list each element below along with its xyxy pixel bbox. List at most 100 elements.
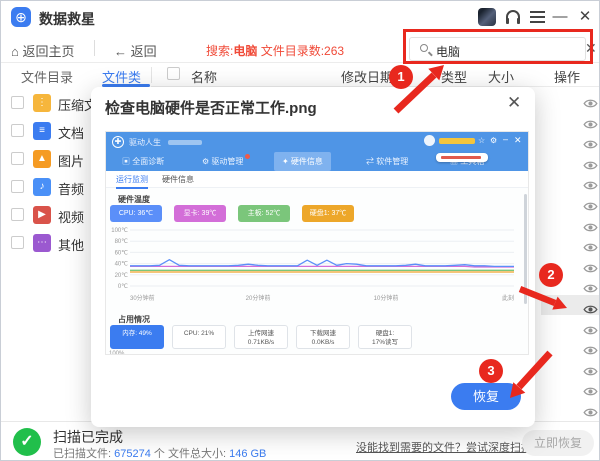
- sidebar-item-label: 文档: [58, 123, 84, 142]
- checkbox[interactable]: [11, 152, 24, 165]
- preview-eye-icon[interactable]: [541, 316, 600, 336]
- size-prefix: 文件总大小:: [168, 448, 229, 460]
- checkbox[interactable]: [11, 208, 24, 221]
- checkbox[interactable]: [11, 96, 24, 109]
- preview-eye-icon[interactable]: [541, 398, 600, 418]
- temperature-chip: 显卡: 39℃: [174, 205, 226, 222]
- header-divider: [151, 67, 152, 83]
- column-size[interactable]: 大小: [488, 67, 514, 86]
- support-headset-icon[interactable]: [506, 10, 520, 19]
- usage-chip: 上传网速0.71KB/s: [234, 325, 288, 349]
- scan-complete-check-icon: ✓: [13, 428, 41, 456]
- usage-section-label: 占用情况: [118, 314, 150, 325]
- column-name[interactable]: 名称: [191, 67, 217, 86]
- preview-modal: 检查电脑硬件是否正常工作.png ✕ ✚ 驱动人生 ☆ ⚙ – ✕ ▣ 全面诊断…: [91, 87, 535, 427]
- svg-text:0℃: 0℃: [118, 284, 128, 290]
- preview-user-avatar: [424, 135, 435, 146]
- svg-text:100℃: 100℃: [111, 228, 128, 234]
- modal-close-icon[interactable]: ✕: [507, 93, 521, 113]
- preview-eye-icon[interactable]: [541, 336, 600, 356]
- preview-tab-2: ⚙ 驱动管理: [194, 152, 251, 171]
- preview-scrollbar: [524, 194, 527, 304]
- usage-chart-axis-label: 100%: [109, 351, 124, 355]
- svg-text:此刻: 此刻: [502, 294, 514, 302]
- preview-eye-icon[interactable]: [541, 110, 600, 130]
- temperature-section-label: 硬件温度: [118, 194, 150, 205]
- preview-thumb-icon: ☆: [478, 136, 485, 145]
- search-summary-term: 电脑: [233, 44, 257, 58]
- title-bar: ⊕ 数据救星 — ✕: [1, 1, 600, 33]
- temperature-chip: CPU: 36℃: [110, 205, 162, 222]
- size-value: 146 GB: [229, 448, 266, 460]
- preview-eye-icon[interactable]: [541, 295, 600, 315]
- files-count: 675274: [114, 448, 151, 460]
- preview-app-title: 驱动人生: [129, 137, 161, 148]
- preview-user-name-blur: [439, 138, 475, 144]
- preview-eye-icon[interactable]: [541, 233, 600, 253]
- minimize-button[interactable]: —: [552, 8, 568, 26]
- deep-scan-link[interactable]: 没能找到需要的文件？尝试深度扫描: [356, 439, 532, 455]
- clear-search-icon[interactable]: ✕: [585, 40, 597, 57]
- preview-eye-icon[interactable]: [541, 357, 600, 377]
- preview-eye-icon[interactable]: [541, 151, 600, 171]
- svg-text:60℃: 60℃: [115, 250, 129, 256]
- actions-eye-column: [541, 87, 600, 421]
- preview-subtab-1: 运行监测: [116, 174, 148, 189]
- image-icon: ▲: [33, 150, 51, 168]
- column-modified-date[interactable]: 修改日期: [341, 67, 393, 86]
- checkbox[interactable]: [11, 124, 24, 137]
- preview-eye-icon[interactable]: [541, 130, 600, 150]
- preview-tab-1: ▣ 全面诊断: [114, 152, 172, 171]
- user-avatar[interactable]: [478, 8, 496, 26]
- usage-chip: 硬盘1:17%读写: [358, 325, 412, 349]
- scan-status: 扫描已完成: [53, 427, 123, 447]
- sidebar-item-label: 其他: [58, 235, 84, 254]
- temperature-chip: 主板: 52℃: [238, 205, 290, 222]
- column-actions[interactable]: 操作: [554, 67, 580, 86]
- preview-tooltip: [436, 153, 488, 162]
- menu-icon[interactable]: [530, 11, 545, 26]
- select-all-checkbox[interactable]: [167, 67, 180, 80]
- home-button[interactable]: ⌂ 返回主页: [11, 41, 74, 60]
- home-label: 返回主页: [22, 44, 74, 59]
- other-icon: ⋯: [33, 234, 51, 252]
- preview-eye-icon[interactable]: [541, 274, 600, 294]
- app-window: ⊕ 数据救星 — ✕ ⌂ 返回主页 ← 返回 搜索:电脑 文件目录数:263 电…: [0, 0, 600, 461]
- svg-text:10分钟前: 10分钟前: [374, 294, 399, 302]
- preview-minimize-icon: –: [503, 134, 508, 144]
- document-icon: ≡: [33, 122, 51, 140]
- image-preview: ✚ 驱动人生 ☆ ⚙ – ✕ ▣ 全面诊断⚙ 驱动管理✦ 硬件信息⇄ 软件管理▦…: [105, 131, 529, 355]
- back-button[interactable]: ← 返回: [114, 41, 157, 60]
- recover-button[interactable]: 恢复: [451, 383, 521, 410]
- usage-chip: 内存: 49%: [110, 325, 164, 349]
- scan-details: 已扫描文件: 675274 个 文件总大小: 146 GB: [53, 445, 266, 461]
- svg-text:40℃: 40℃: [115, 262, 129, 268]
- recover-now-button[interactable]: 立即恢复: [522, 430, 594, 456]
- checkbox[interactable]: [11, 236, 24, 249]
- sidebar-item-label: 视频: [58, 207, 84, 226]
- column-type[interactable]: 类型: [441, 67, 467, 86]
- search-input-value: 电脑: [436, 43, 460, 60]
- preview-eye-icon[interactable]: [541, 192, 600, 212]
- preview-eye-icon[interactable]: [541, 254, 600, 274]
- usage-chip: CPU: 21%: [172, 325, 226, 349]
- status-bar: ✓ 扫描已完成 已扫描文件: 675274 个 文件总大小: 146 GB 没能…: [1, 421, 600, 461]
- sidebar-item-label: 图片: [58, 151, 84, 170]
- toolbar-divider: [94, 40, 95, 56]
- close-button[interactable]: ✕: [577, 8, 593, 26]
- search-summary: 搜索:电脑 文件目录数:263: [206, 42, 344, 59]
- sidebar-item-label: 音频: [58, 179, 84, 198]
- app-logo-icon: ⊕: [11, 7, 31, 27]
- tab-file-directory[interactable]: 文件目录: [21, 67, 73, 86]
- search-input[interactable]: 电脑: [409, 37, 586, 61]
- preview-eye-icon[interactable]: [541, 213, 600, 233]
- notification-badge: [245, 154, 250, 159]
- usage-chip: 下载网速0.0KB/s: [296, 325, 350, 349]
- preview-eye-icon[interactable]: [541, 171, 600, 191]
- preview-file-name: 检查电脑硬件是否正常工作.png: [105, 97, 317, 118]
- preview-app-version-blur: [168, 140, 202, 145]
- svg-text:30分钟前: 30分钟前: [130, 294, 155, 302]
- checkbox[interactable]: [11, 180, 24, 193]
- preview-eye-icon[interactable]: [541, 89, 600, 109]
- preview-eye-icon[interactable]: [541, 377, 600, 397]
